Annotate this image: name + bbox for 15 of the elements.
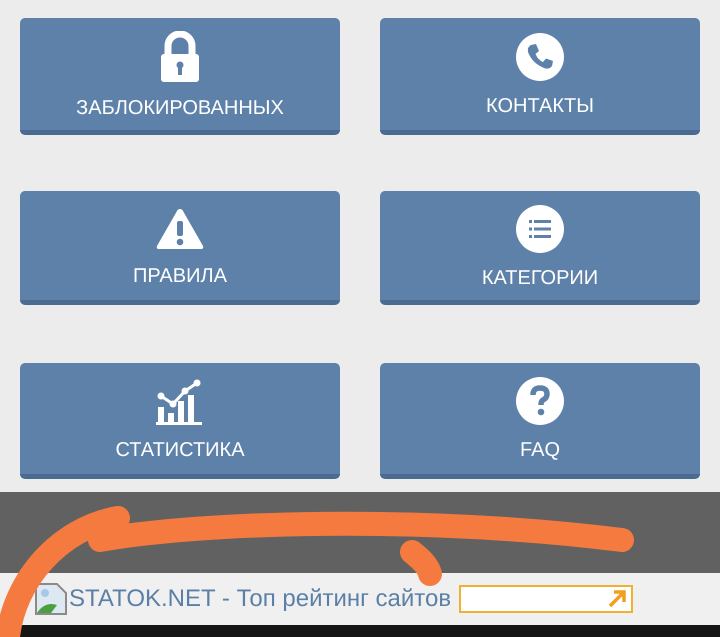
warning-icon — [155, 206, 205, 251]
banner-box[interactable] — [459, 585, 634, 613]
menu-tile[interactable]: КОНТАКТЫ — [380, 18, 700, 135]
menu-tile[interactable]: ПРАВИЛА — [20, 191, 340, 306]
list-icon — [516, 204, 564, 253]
arrow-icon — [607, 589, 628, 609]
chart-icon — [156, 377, 204, 426]
lock-icon — [158, 31, 202, 83]
question-icon — [516, 377, 564, 426]
menu-tile[interactable]: FAQ — [380, 362, 700, 479]
menu-tile[interactable]: СТАТИСТИКА — [20, 362, 340, 479]
broken-image-icon — [35, 583, 67, 615]
menu-tile[interactable]: ЗАБЛОКИРОВАННЫХ — [20, 18, 340, 135]
phone-icon — [516, 33, 564, 81]
menu-tile[interactable]: КАТЕГОРИИ — [380, 191, 700, 306]
